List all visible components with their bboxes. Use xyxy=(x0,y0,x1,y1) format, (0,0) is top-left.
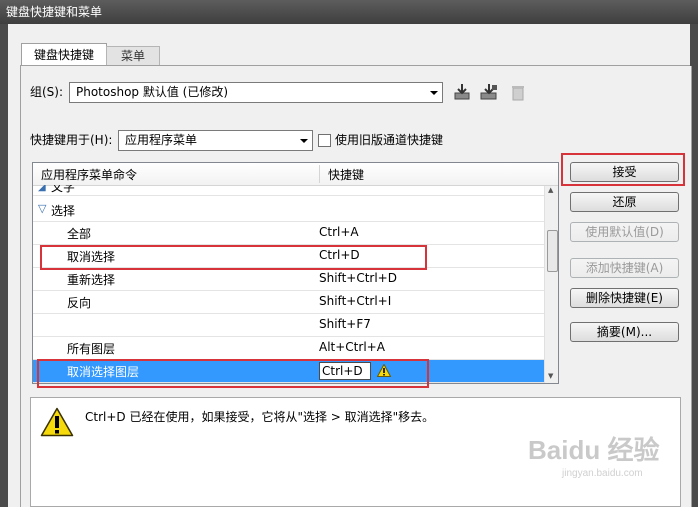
column-header-shortcut[interactable]: 快捷键 xyxy=(328,166,364,183)
row-command: 全部 xyxy=(67,227,92,241)
highlight-accept xyxy=(561,153,685,186)
legacy-channel-checkbox[interactable] xyxy=(318,134,331,147)
save-set-icon[interactable] xyxy=(453,83,471,101)
chevron-down-icon xyxy=(300,139,308,143)
row-shortcut: Alt+Ctrl+A xyxy=(319,340,385,354)
table-row[interactable]: 反向 Shift+Ctrl+I xyxy=(33,291,544,314)
watermark-url: jingyan.baidu.com xyxy=(562,468,643,479)
summary-button[interactable]: 摘要(M)... xyxy=(570,322,679,342)
scroll-down-arrow-icon[interactable]: ▼ xyxy=(548,372,553,380)
table-row[interactable]: 全部 Ctrl+A xyxy=(33,222,544,245)
scroll-thumb[interactable] xyxy=(547,230,558,272)
table-header: 应用程序菜单命令 快捷键 xyxy=(33,163,558,186)
group-select-value: Photoshop 默认值 (已修改) xyxy=(76,85,229,99)
warning-icon xyxy=(40,407,74,437)
table-row-group[interactable]: ▽ 选择 xyxy=(33,199,544,222)
expand-arrow-icon[interactable]: ◢ xyxy=(38,185,46,193)
window-title: 键盘快捷键和菜单 xyxy=(0,0,698,24)
scroll-up-arrow-icon[interactable]: ▲ xyxy=(548,186,553,194)
legacy-channel-label: 使用旧版通道快捷键 xyxy=(335,133,444,147)
add-shortcut-button[interactable]: 添加快捷键(A) xyxy=(570,258,679,278)
shortcuts-table: 应用程序菜单命令 快捷键 ◢ 文字 ▽ 选择 全部 Ctrl+A 取消选择 Ct… xyxy=(32,162,559,384)
highlight-selected-row xyxy=(37,359,429,388)
row-command: 所有图层 xyxy=(67,342,116,356)
row-command: 重新选择 xyxy=(67,273,116,287)
conflict-message: Ctrl+D 已经在使用，如果接受，它将从"选择 > 取消选择"移去。 xyxy=(85,410,435,424)
row-shortcut: Ctrl+A xyxy=(319,225,359,239)
row-command: 反向 xyxy=(67,296,92,310)
trash-icon xyxy=(512,86,524,101)
partial-row-label: 文字 xyxy=(51,185,76,194)
group-select[interactable]: Photoshop 默认值 (已修改) xyxy=(69,82,443,103)
column-header-command[interactable]: 应用程序菜单命令 xyxy=(41,166,137,183)
use-default-button[interactable]: 使用默认值(D) xyxy=(570,222,679,242)
window-frame-left xyxy=(0,24,8,507)
group-row-label: 选择 xyxy=(51,204,76,218)
collapse-arrow-icon[interactable]: ▽ xyxy=(38,202,46,215)
row-shortcut: Shift+F7 xyxy=(319,317,371,331)
chevron-down-icon xyxy=(430,91,438,95)
table-row-partial[interactable]: ◢ 文字 xyxy=(33,185,544,196)
undo-button[interactable]: 还原 xyxy=(570,192,679,212)
shortcuts-for-value: 应用程序菜单 xyxy=(125,133,198,147)
baidu-watermark: Baidu 经验 xyxy=(528,435,660,465)
tab-menus[interactable]: 菜单 xyxy=(106,46,160,65)
table-row[interactable]: Shift+F7 xyxy=(33,314,544,337)
column-divider[interactable] xyxy=(319,165,320,183)
shortcuts-for-label: 快捷键用于(H): xyxy=(30,133,113,147)
table-row[interactable]: 重新选择 Shift+Ctrl+D xyxy=(33,268,544,291)
row-shortcut: Shift+Ctrl+I xyxy=(319,294,392,308)
table-row[interactable]: 所有图层 Alt+Ctrl+A xyxy=(33,337,544,360)
delete-shortcut-button[interactable]: 删除快捷键(E) xyxy=(570,288,679,308)
row-shortcut: Shift+Ctrl+D xyxy=(319,271,397,285)
highlight-deselect-row xyxy=(40,245,427,270)
save-as-set-icon[interactable] xyxy=(480,83,498,101)
table-scrollbar[interactable]: ▲ ▼ xyxy=(544,186,558,383)
group-label: 组(S): xyxy=(30,85,64,99)
tab-keyboard-shortcuts[interactable]: 键盘快捷键 xyxy=(21,43,107,66)
shortcuts-for-select[interactable]: 应用程序菜单 xyxy=(118,130,313,151)
